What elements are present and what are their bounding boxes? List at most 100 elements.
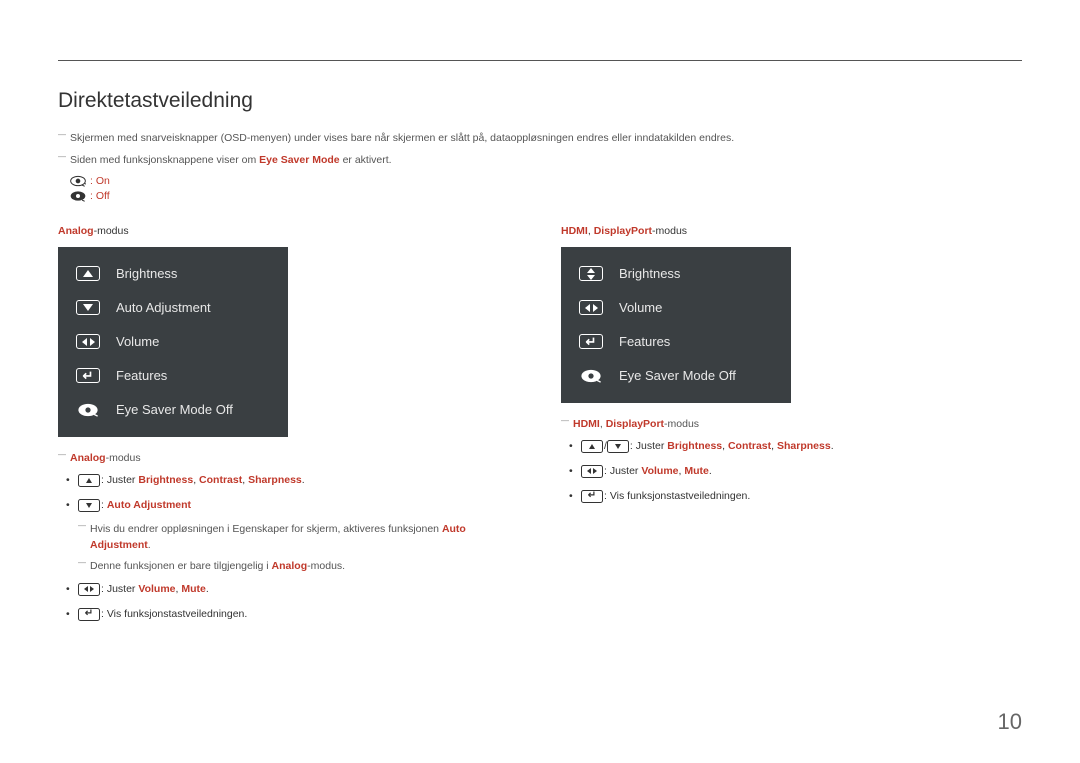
lb1-end: .: [302, 474, 305, 486]
right-sub-mode: HDMI, DisplayPort-modus: [561, 417, 1028, 433]
eye-off-icon: [70, 190, 86, 202]
osd-brightness-label: Brightness: [116, 266, 177, 281]
osd-features: ↵ Features: [58, 359, 288, 393]
lb3-pre: : Juster: [101, 583, 138, 595]
osd-volume-r: Volume: [561, 291, 791, 325]
up-key-inline-icon: [78, 474, 100, 487]
page-title: Direktetastveiledning: [58, 89, 1022, 113]
osd-auto-adj-label: Auto Adjustment: [116, 300, 211, 315]
eye-on-row: : On: [70, 175, 1022, 187]
left-sub-mode-hl: Analog: [70, 452, 106, 464]
down-key-inline-icon-r: [607, 440, 629, 453]
rb2-h2: Mute: [684, 465, 709, 477]
enter-key-inline-icon: ↵: [78, 608, 100, 621]
osd-eye-saver: Eye Saver Mode Off: [58, 393, 288, 427]
rb1-end: .: [831, 440, 834, 452]
right-mode-label: HDMI, DisplayPort-modus: [561, 225, 1028, 237]
lb3-h1: Volume: [138, 583, 175, 595]
left-bullet-1: : Juster Brightness, Contrast, Sharpness…: [58, 472, 525, 489]
right-bullet-2: : Juster Volume, Mute.: [561, 463, 1028, 480]
lsd1-pre: Hvis du endrer oppløsningen i Egenskaper…: [90, 523, 442, 535]
osd-brightness: Brightness: [58, 257, 288, 291]
right-bullet-3: ↵: Vis funksjonstastveiledningen.: [561, 488, 1028, 505]
eye-off-row: : Off: [70, 190, 1022, 202]
lb3-h2: Mute: [181, 583, 206, 595]
right-notes: HDMI, DisplayPort-modus /: Juster Bright…: [561, 417, 1028, 505]
lsd2-hl: Analog: [272, 560, 308, 572]
note-2-post: er aktivert.: [340, 154, 392, 166]
lsd2-end: -modus.: [307, 560, 345, 572]
lb2-hl: Auto Adjustment: [107, 499, 191, 511]
down-key-icon: [76, 300, 100, 315]
leftright-key-icon-r: [579, 300, 603, 315]
columns: Analog-modus Brightness Auto Adjustment …: [58, 205, 1022, 631]
note-1: Skjermen med snarveisknapper (OSD-menyen…: [58, 131, 1022, 147]
left-mode-label: Analog-modus: [58, 225, 525, 237]
rb1-pre: : Juster: [630, 440, 667, 452]
osd-eye-saver-r: Eye Saver Mode Off: [561, 359, 791, 393]
rb2-pre: : Juster: [604, 465, 641, 477]
rb2-h1: Volume: [641, 465, 678, 477]
rmode-h2: DisplayPort: [594, 225, 652, 237]
eye-on-icon: [70, 175, 86, 187]
right-column: HDMI, DisplayPort-modus Brightness Volum…: [561, 205, 1028, 631]
left-sub-mode-suffix: -modus: [106, 452, 141, 464]
lb1-pre: : Juster: [101, 474, 138, 486]
osd-auto-adjustment: Auto Adjustment: [58, 291, 288, 325]
lsd2-pre: Denne funksjonen er bare tilgjengelig i: [90, 560, 272, 572]
eye-saver-icon-r: [580, 369, 602, 383]
up-key-inline-icon-r: [581, 440, 603, 453]
lb3-end: .: [206, 583, 209, 595]
left-mode-suffix: -modus: [94, 225, 129, 237]
lb1-h2: Contrast: [199, 474, 242, 486]
left-column: Analog-modus Brightness Auto Adjustment …: [58, 205, 525, 631]
lsd1-end: .: [148, 539, 151, 551]
left-bullet-3: : Juster Volume, Mute.: [58, 581, 525, 598]
osd-volume-label: Volume: [116, 334, 159, 349]
osd-features-r: ↵ Features: [561, 325, 791, 359]
osd-eye-r-label: Eye Saver Mode Off: [619, 368, 736, 383]
eye-on-label: : On: [90, 175, 110, 187]
left-subdash-1: Hvis du endrer oppløsningen i Egenskaper…: [58, 522, 525, 554]
left-bullet-2: : Auto Adjustment: [58, 497, 525, 514]
rsm-h1: HDMI: [573, 418, 600, 430]
down-key-inline-icon: [78, 499, 100, 512]
leftright-key-inline-icon-r: [581, 465, 603, 478]
left-bullet-4: ↵: Vis funksjonstastveiledningen.: [58, 606, 525, 623]
rmode-h1: HDMI: [561, 225, 588, 237]
rb1-h1: Brightness: [667, 440, 722, 452]
osd-volume: Volume: [58, 325, 288, 359]
lb4: : Vis funksjonstastveiledningen.: [101, 608, 247, 620]
leftright-key-inline-icon: [78, 583, 100, 596]
osd-eye-label: Eye Saver Mode Off: [116, 402, 233, 417]
rsm-suffix: -modus: [664, 418, 699, 430]
rb1-h2: Contrast: [728, 440, 771, 452]
leftright-key-icon: [76, 334, 100, 349]
right-osd-panel: Brightness Volume ↵ Features Eye Saver: [561, 247, 791, 403]
lb1-h3: Sharpness: [248, 474, 302, 486]
lb1-h1: Brightness: [138, 474, 193, 486]
eye-saver-icon: [77, 403, 99, 417]
osd-volume-r-label: Volume: [619, 300, 662, 315]
right-bullet-1: /: Juster Brightness, Contrast, Sharpnes…: [561, 438, 1028, 455]
up-key-icon: [76, 266, 100, 281]
top-rule: [58, 60, 1022, 61]
enter-key-inline-icon-r: ↵: [581, 490, 603, 503]
osd-brightness-r-label: Brightness: [619, 266, 680, 281]
enter-key-icon-r: ↵: [579, 334, 603, 349]
left-subdash-2: Denne funksjonen er bare tilgjengelig i …: [58, 559, 525, 575]
note-2-pre: Siden med funksjonsknappene viser om: [70, 154, 259, 166]
osd-features-label: Features: [116, 368, 167, 383]
osd-brightness-r: Brightness: [561, 257, 791, 291]
rb3: : Vis funksjonstastveiledningen.: [604, 490, 750, 502]
left-sub-mode: Analog-modus: [58, 451, 525, 467]
rsm-h2: DisplayPort: [606, 418, 664, 430]
page-number: 10: [998, 709, 1022, 735]
rb1-h3: Sharpness: [777, 440, 831, 452]
note-2: Siden med funksjonsknappene viser om Eye…: [58, 153, 1022, 169]
rmode-suffix: -modus: [652, 225, 687, 237]
note-2-hl: Eye Saver Mode: [259, 154, 340, 166]
enter-key-icon: ↵: [76, 368, 100, 383]
rb2-end: .: [709, 465, 712, 477]
eye-off-label: : Off: [90, 190, 110, 202]
